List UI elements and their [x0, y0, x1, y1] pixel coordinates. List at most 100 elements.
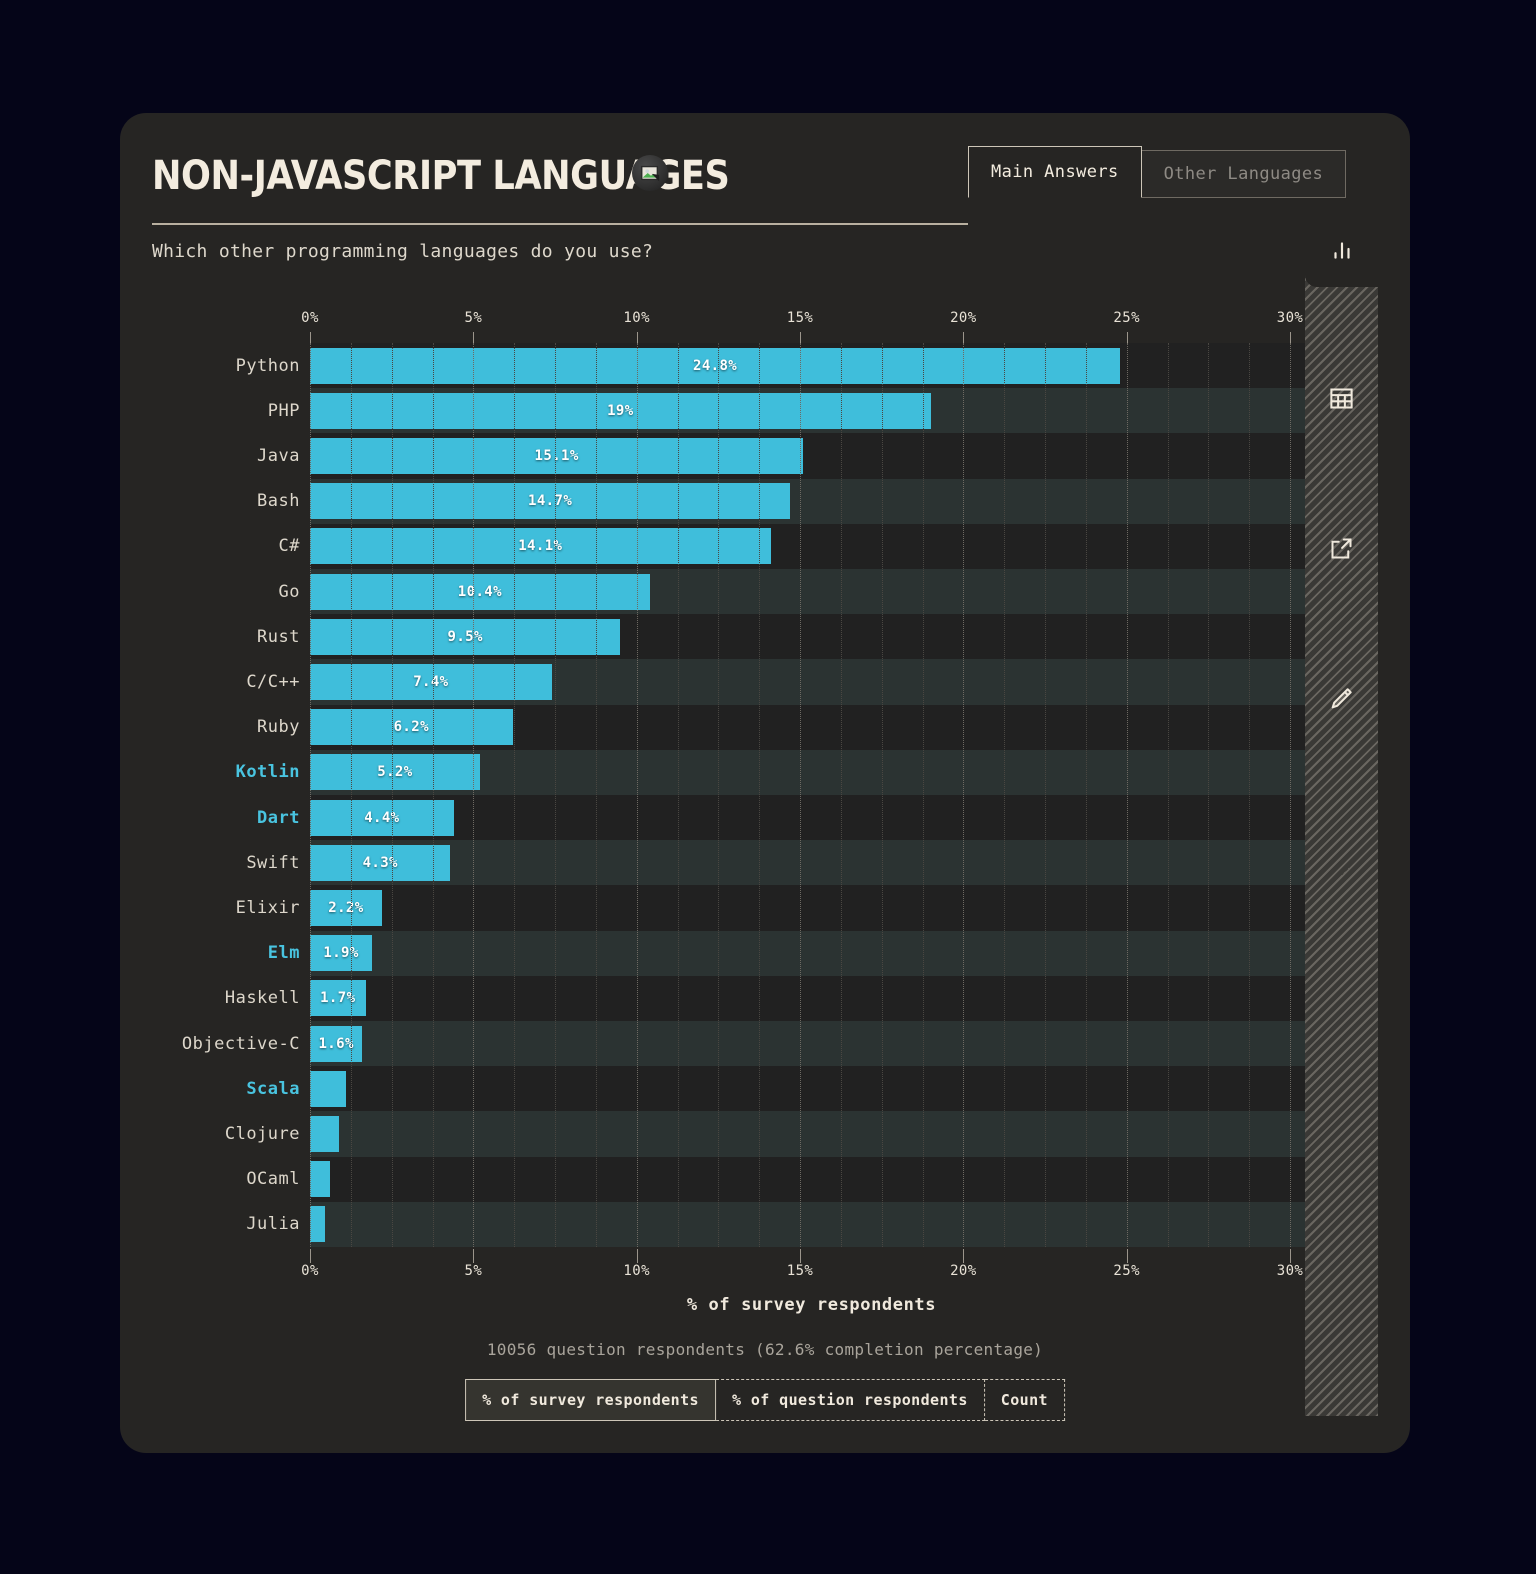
x-tick-mark — [636, 1249, 638, 1263]
bar[interactable]: 7.4% — [310, 663, 552, 700]
bar-row[interactable]: Rust 9.5% — [257, 614, 1313, 660]
x-tick-label: 20% — [950, 1263, 977, 1279]
x-tick-mark — [963, 1249, 965, 1263]
bar[interactable]: 15.1% — [310, 437, 804, 474]
external-link-icon[interactable] — [1305, 511, 1378, 585]
bar-value-label: 14.7% — [528, 493, 573, 510]
bar-row[interactable]: Python 24.8% — [236, 343, 1313, 389]
x-tick-label: 20% — [950, 310, 977, 326]
bar[interactable]: 1.7% — [310, 980, 366, 1017]
bar[interactable]: 19% — [310, 392, 931, 429]
bar-row[interactable]: Objective-C 1.6% — [182, 1021, 1313, 1067]
bar-row[interactable]: Dart 4.4% — [257, 795, 1313, 841]
tab-main-answers[interactable]: Main Answers — [968, 146, 1142, 198]
bar[interactable]: 5.2% — [310, 754, 480, 791]
x-axis-top: 0% 5% 10% 15% 20% 25% 30% — [301, 310, 1313, 346]
bar-row-label: C/C++ — [246, 671, 300, 692]
bar-chart-icon[interactable] — [1305, 213, 1378, 287]
bar-row-label: Swift — [246, 852, 300, 873]
bar-row[interactable]: Swift 4.3% — [246, 840, 1313, 886]
bar-row[interactable]: C/C++ 7.4% — [246, 659, 1313, 705]
bar-row[interactable]: Elm 1.9% — [268, 930, 1313, 976]
respondents-note: 10056 question respondents (62.6% comple… — [486, 1340, 1044, 1359]
bar-row[interactable]: Julia — [246, 1201, 1313, 1247]
unit-survey-respondents-button[interactable]: % of survey respondents — [465, 1379, 716, 1421]
bar-value-label: 7.4% — [413, 673, 449, 690]
bar-row[interactable]: Elixir 2.2% — [236, 885, 1313, 931]
bar-value-label: 24.8% — [692, 357, 738, 374]
bar-row-label: Bash — [257, 491, 300, 512]
bar-row[interactable]: Scala — [246, 1066, 1313, 1112]
bar-row[interactable]: Clojure — [225, 1111, 1313, 1157]
bar-rows: Python 24.8% PHP 19% Java 15.1% Bash 14.7% C# 14.… — [182, 343, 1313, 1247]
bar-value-label: 5.2% — [377, 764, 413, 781]
bar[interactable] — [310, 1206, 325, 1243]
bar-row[interactable]: Haskell 1.7% — [225, 975, 1313, 1021]
title-divider — [152, 223, 968, 225]
x-tick-label: 15% — [786, 310, 814, 326]
bar-value-label: 19% — [607, 402, 634, 419]
pencil-edit-icon[interactable] — [1305, 661, 1378, 735]
bar[interactable]: 4.3% — [310, 844, 451, 881]
unit-count-button[interactable]: Count — [984, 1379, 1065, 1421]
bar-row-label: PHP — [267, 400, 300, 421]
unit-question-respondents-button[interactable]: % of question respondents — [715, 1379, 985, 1421]
tab-main-answers-label: Main Answers — [991, 162, 1119, 182]
bar[interactable]: 4.4% — [310, 799, 454, 836]
bar-row[interactable]: Go 10.4% — [279, 569, 1313, 615]
x-tick-label: 0% — [301, 1263, 319, 1279]
bar-row[interactable]: Kotlin 5.2% — [236, 749, 1313, 795]
bar-row-label: Java — [257, 445, 300, 466]
bar[interactable] — [310, 1070, 346, 1107]
x-tick-mark — [800, 1249, 801, 1263]
x-axis-title: % of survey respondents — [686, 1295, 937, 1315]
bar-value-label: 6.2% — [393, 719, 429, 736]
bar[interactable]: 10.4% — [310, 573, 650, 610]
bar-row-label: OCaml — [246, 1169, 300, 1190]
table-icon[interactable] — [1305, 361, 1378, 435]
bar-row-label: Clojure — [224, 1123, 300, 1144]
bar-value-label: 1.9% — [323, 945, 359, 962]
bar[interactable]: 1.9% — [310, 935, 373, 972]
bar[interactable]: 14.1% — [310, 528, 771, 565]
bar-value-label: 10.4% — [457, 583, 502, 600]
bar-row-label: Kotlin — [235, 762, 300, 783]
x-tick-label: 0% — [301, 310, 319, 326]
x-axis-bottom: 0% 5% 10% 15% 20% 25% 30% — [301, 1249, 1313, 1289]
bar-row[interactable]: OCaml — [246, 1156, 1313, 1202]
bar[interactable]: 2.2% — [310, 889, 382, 926]
bar-row[interactable]: Bash 14.7% — [257, 478, 1313, 524]
bar-row-label: Ruby — [257, 717, 300, 738]
tab-bar: Main Answers Other Languages — [968, 146, 1347, 198]
bar-row-label: Rust — [257, 626, 300, 647]
bar[interactable]: 9.5% — [310, 618, 621, 655]
bar-row[interactable]: Java 15.1% — [257, 433, 1313, 479]
view-toolbar — [1305, 213, 1378, 1416]
bar-row-label: Julia — [246, 1214, 300, 1235]
bar-row-label: Scala — [246, 1078, 300, 1099]
bar-value-label: 4.3% — [362, 854, 398, 871]
bar-row-label: Dart — [257, 807, 300, 828]
x-tick-mark — [1290, 1249, 1291, 1263]
x-tick-label: 5% — [464, 1263, 483, 1279]
bar[interactable]: 6.2% — [310, 709, 513, 746]
question-text: Which other programming languages do you… — [152, 241, 654, 262]
bar-value-label: 9.5% — [447, 628, 483, 645]
bar[interactable]: 14.7% — [310, 483, 791, 520]
bar-row-label: Go — [278, 581, 300, 602]
bar-row-label: Objective-C — [181, 1033, 300, 1054]
bar-row[interactable]: PHP 19% — [268, 388, 1313, 434]
bar[interactable] — [310, 1161, 330, 1198]
x-tick-label: 25% — [1113, 310, 1140, 326]
bar[interactable]: 24.8% — [310, 347, 1121, 384]
tab-other-languages[interactable]: Other Languages — [1141, 150, 1347, 198]
bar-row[interactable]: C# 14.1% — [279, 523, 1313, 569]
bar-value-label: 4.4% — [364, 809, 400, 826]
bar-value-label: 15.1% — [534, 447, 579, 464]
bar-row[interactable]: Ruby 6.2% — [257, 704, 1313, 750]
unit-toggle-group: % of survey respondents % of question re… — [465, 1379, 1065, 1421]
bar[interactable]: 1.6% — [310, 1025, 363, 1062]
bar[interactable] — [310, 1115, 340, 1152]
bar-value-label: 1.7% — [320, 990, 356, 1007]
x-tick-mark — [473, 1249, 475, 1263]
